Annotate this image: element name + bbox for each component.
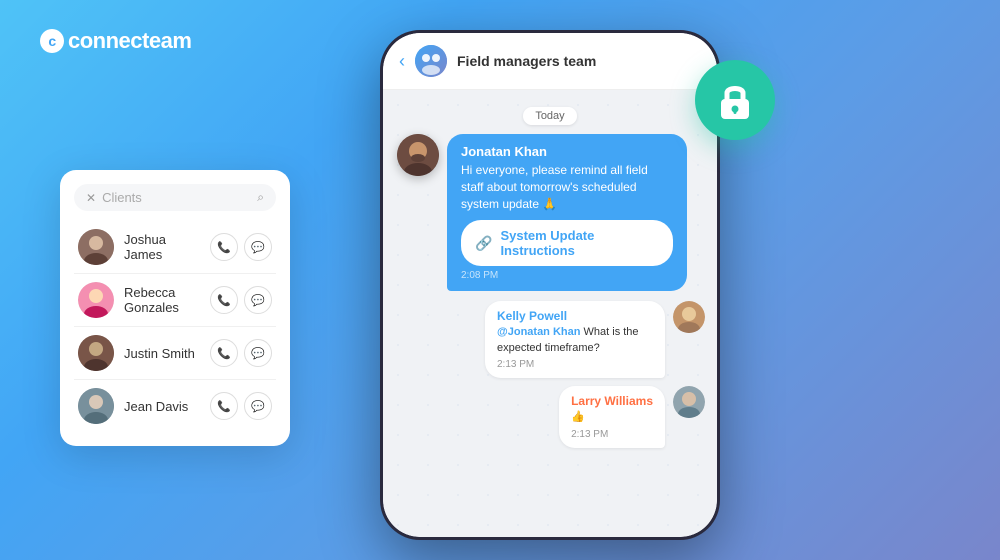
kelly-msg-text: @Jonatan Khan What is the expected timef… <box>497 325 653 356</box>
contact-actions-4: 📞 💬 <box>210 392 272 420</box>
team-name: Field managers team <box>457 53 596 69</box>
avatar-joshua <box>78 229 114 265</box>
contact-item-4[interactable]: Jean Davis 📞 💬 <box>74 380 276 432</box>
larry-sender-name: Larry Williams <box>571 394 653 408</box>
contact-actions-3: 📞 💬 <box>210 339 272 367</box>
larry-msg-text: 👍 <box>571 410 653 425</box>
jonatan-bubble: Jonatan Khan Hi everyone, please remind … <box>447 134 687 291</box>
call-btn-1[interactable]: 📞 <box>210 233 238 261</box>
contact-name-1: Joshua James <box>124 232 200 262</box>
search-bar[interactable]: ✕ Clients ⌕ <box>74 184 276 211</box>
logo-c-icon: c <box>40 29 64 53</box>
jonatan-sender-name: Jonatan Khan <box>461 144 673 159</box>
link-text: System Update Instructions <box>500 228 659 258</box>
search-icon[interactable]: ⌕ <box>257 190 264 205</box>
lock-icon <box>714 79 756 121</box>
close-icon[interactable]: ✕ <box>86 191 96 205</box>
contact-name-3: Justin Smith <box>124 346 200 361</box>
msg-btn-1[interactable]: 💬 <box>244 233 272 261</box>
link-icon: 🔗 <box>475 235 492 252</box>
avatar-rebecca <box>78 282 114 318</box>
kelly-avatar <box>673 301 705 333</box>
contact-item-3[interactable]: Justin Smith 📞 💬 <box>74 327 276 380</box>
msg-btn-3[interactable]: 💬 <box>244 339 272 367</box>
date-chip: Today <box>395 106 705 124</box>
chat-header: ‹ Field managers team <box>383 33 717 90</box>
back-button[interactable]: ‹ <box>399 51 405 72</box>
jonatan-avatar <box>397 134 439 176</box>
jonatan-msg-text: Hi everyone, please remind all field sta… <box>461 162 673 212</box>
contact-name-2: Rebecca Gonzales <box>124 285 200 315</box>
app-logo: c connecteam <box>40 28 191 54</box>
kelly-sender-name: Kelly Powell <box>497 309 653 323</box>
msg-btn-2[interactable]: 💬 <box>244 286 272 314</box>
team-avatar <box>415 45 447 77</box>
logo-text: connecteam <box>68 28 191 54</box>
kelly-msg-group: Kelly Powell @Jonatan Khan What is the e… <box>395 301 705 378</box>
call-btn-4[interactable]: 📞 <box>210 392 238 420</box>
system-update-link[interactable]: 🔗 System Update Instructions <box>461 220 673 266</box>
phone-screen: ‹ Field managers team Today <box>383 33 717 537</box>
contact-actions-1: 📞 💬 <box>210 233 272 261</box>
lock-badge <box>695 60 775 140</box>
jonatan-msg-group: Jonatan Khan Hi everyone, please remind … <box>447 134 705 291</box>
chat-messages: Today Jonatan Khan Hi everyone, please r… <box>383 90 717 537</box>
avatar-justin <box>78 335 114 371</box>
avatar-jean <box>78 388 114 424</box>
larry-msg-time: 2:13 PM <box>571 429 653 440</box>
kelly-msg-time: 2:13 PM <box>497 359 653 370</box>
jonatan-msg-time: 2:08 PM <box>461 270 673 281</box>
call-btn-2[interactable]: 📞 <box>210 286 238 314</box>
kelly-bubble: Kelly Powell @Jonatan Khan What is the e… <box>485 301 665 378</box>
contact-item-1[interactable]: Joshua James 📞 💬 <box>74 221 276 274</box>
phone-mockup: ‹ Field managers team Today <box>380 30 720 540</box>
contact-item-2[interactable]: Rebecca Gonzales 📞 💬 <box>74 274 276 327</box>
larry-avatar <box>673 386 705 418</box>
msg-btn-4[interactable]: 💬 <box>244 392 272 420</box>
contact-name-4: Jean Davis <box>124 399 200 414</box>
search-label: Clients <box>102 190 251 205</box>
larry-msg-group: Larry Williams 👍 2:13 PM <box>395 386 705 447</box>
contact-actions-2: 📞 💬 <box>210 286 272 314</box>
larry-bubble: Larry Williams 👍 2:13 PM <box>559 386 665 447</box>
contact-panel: ✕ Clients ⌕ Joshua James 📞 💬 Rebecca G <box>60 170 290 446</box>
date-label: Today <box>523 107 576 125</box>
call-btn-3[interactable]: 📞 <box>210 339 238 367</box>
